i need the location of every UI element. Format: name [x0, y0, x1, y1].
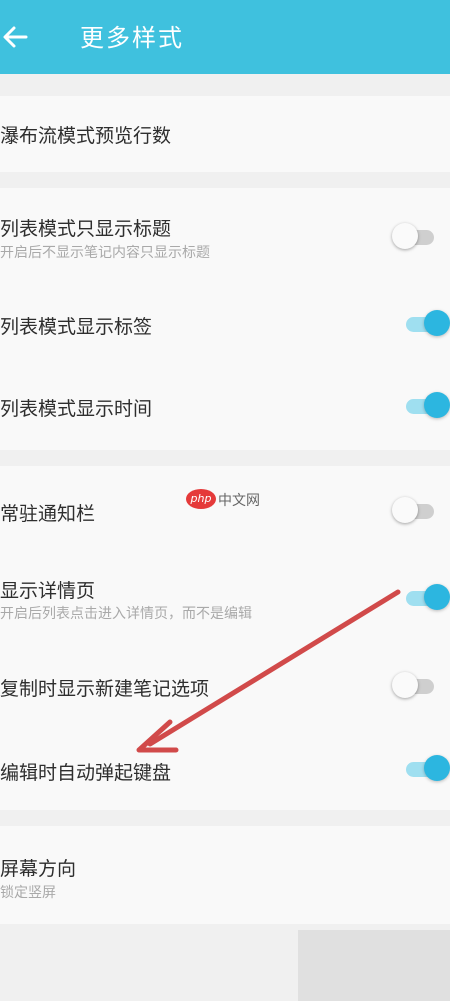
setting-subtitle: 开启后不显示笔记内容只显示标题	[0, 245, 210, 261]
setting-title: 列表模式只显示标题	[0, 218, 172, 240]
arrow-left-icon	[3, 26, 28, 48]
back-button[interactable]	[0, 20, 40, 56]
setting-title: 显示详情页	[0, 580, 96, 602]
setting-list-show-tags[interactable]: 列表模式显示标签	[0, 276, 450, 366]
setting-subtitle: 开启后列表点击进入详情页，而不是编辑	[0, 606, 252, 622]
toggle-switch[interactable]	[392, 496, 442, 526]
setting-show-detail-page[interactable]: 显示详情页 开启后列表点击进入详情页，而不是编辑	[0, 556, 450, 646]
toggle-switch[interactable]	[400, 583, 450, 613]
toggle-knob	[424, 584, 450, 610]
setting-title: 复制时显示新建笔记选项	[0, 678, 210, 700]
toggle-switch[interactable]	[392, 671, 442, 701]
setting-waterfall-rows[interactable]: 瀑布流模式预览行数	[0, 96, 450, 172]
toggle-switch[interactable]	[400, 309, 450, 339]
setting-auto-keyboard[interactable]: 编辑时自动弹起键盘	[0, 730, 450, 810]
toggle-switch[interactable]	[400, 754, 450, 784]
toggle-knob	[424, 755, 450, 781]
toggle-knob	[424, 310, 450, 336]
setting-title: 列表模式显示标签	[0, 316, 153, 338]
site-watermark: php 中文网	[186, 488, 278, 512]
setting-list-show-time[interactable]: 列表模式显示时间	[0, 366, 450, 450]
blurred-area	[298, 930, 450, 1001]
page-title: 更多样式	[80, 24, 184, 52]
toggle-knob	[424, 392, 450, 418]
toggle-switch[interactable]	[392, 222, 442, 252]
toggle-knob	[392, 672, 418, 698]
toggle-knob	[392, 497, 418, 523]
setting-copy-show-new-note[interactable]: 复制时显示新建笔记选项	[0, 646, 450, 730]
setting-subtitle: 锁定竖屏	[0, 885, 56, 901]
setting-title: 常驻通知栏	[0, 503, 96, 525]
toggle-switch[interactable]	[400, 391, 450, 421]
setting-title: 编辑时自动弹起键盘	[0, 762, 172, 784]
watermark-text: 中文网	[218, 493, 260, 509]
setting-list-title-only[interactable]: 列表模式只显示标题 开启后不显示笔记内容只显示标题	[0, 188, 450, 276]
setting-title: 列表模式显示时间	[0, 398, 153, 420]
settings-screen: 更多样式 瀑布流模式预览行数 列表模式只显示标题 开启后不显示笔记内容只显示标题…	[0, 0, 450, 1001]
setting-title: 瀑布流模式预览行数	[0, 125, 172, 147]
setting-screen-orientation[interactable]: 屏幕方向 锁定竖屏	[0, 826, 450, 924]
watermark-logo: php	[186, 489, 216, 509]
app-bar: 更多样式	[0, 0, 450, 74]
setting-title: 屏幕方向	[0, 858, 77, 880]
toggle-knob	[392, 223, 418, 249]
